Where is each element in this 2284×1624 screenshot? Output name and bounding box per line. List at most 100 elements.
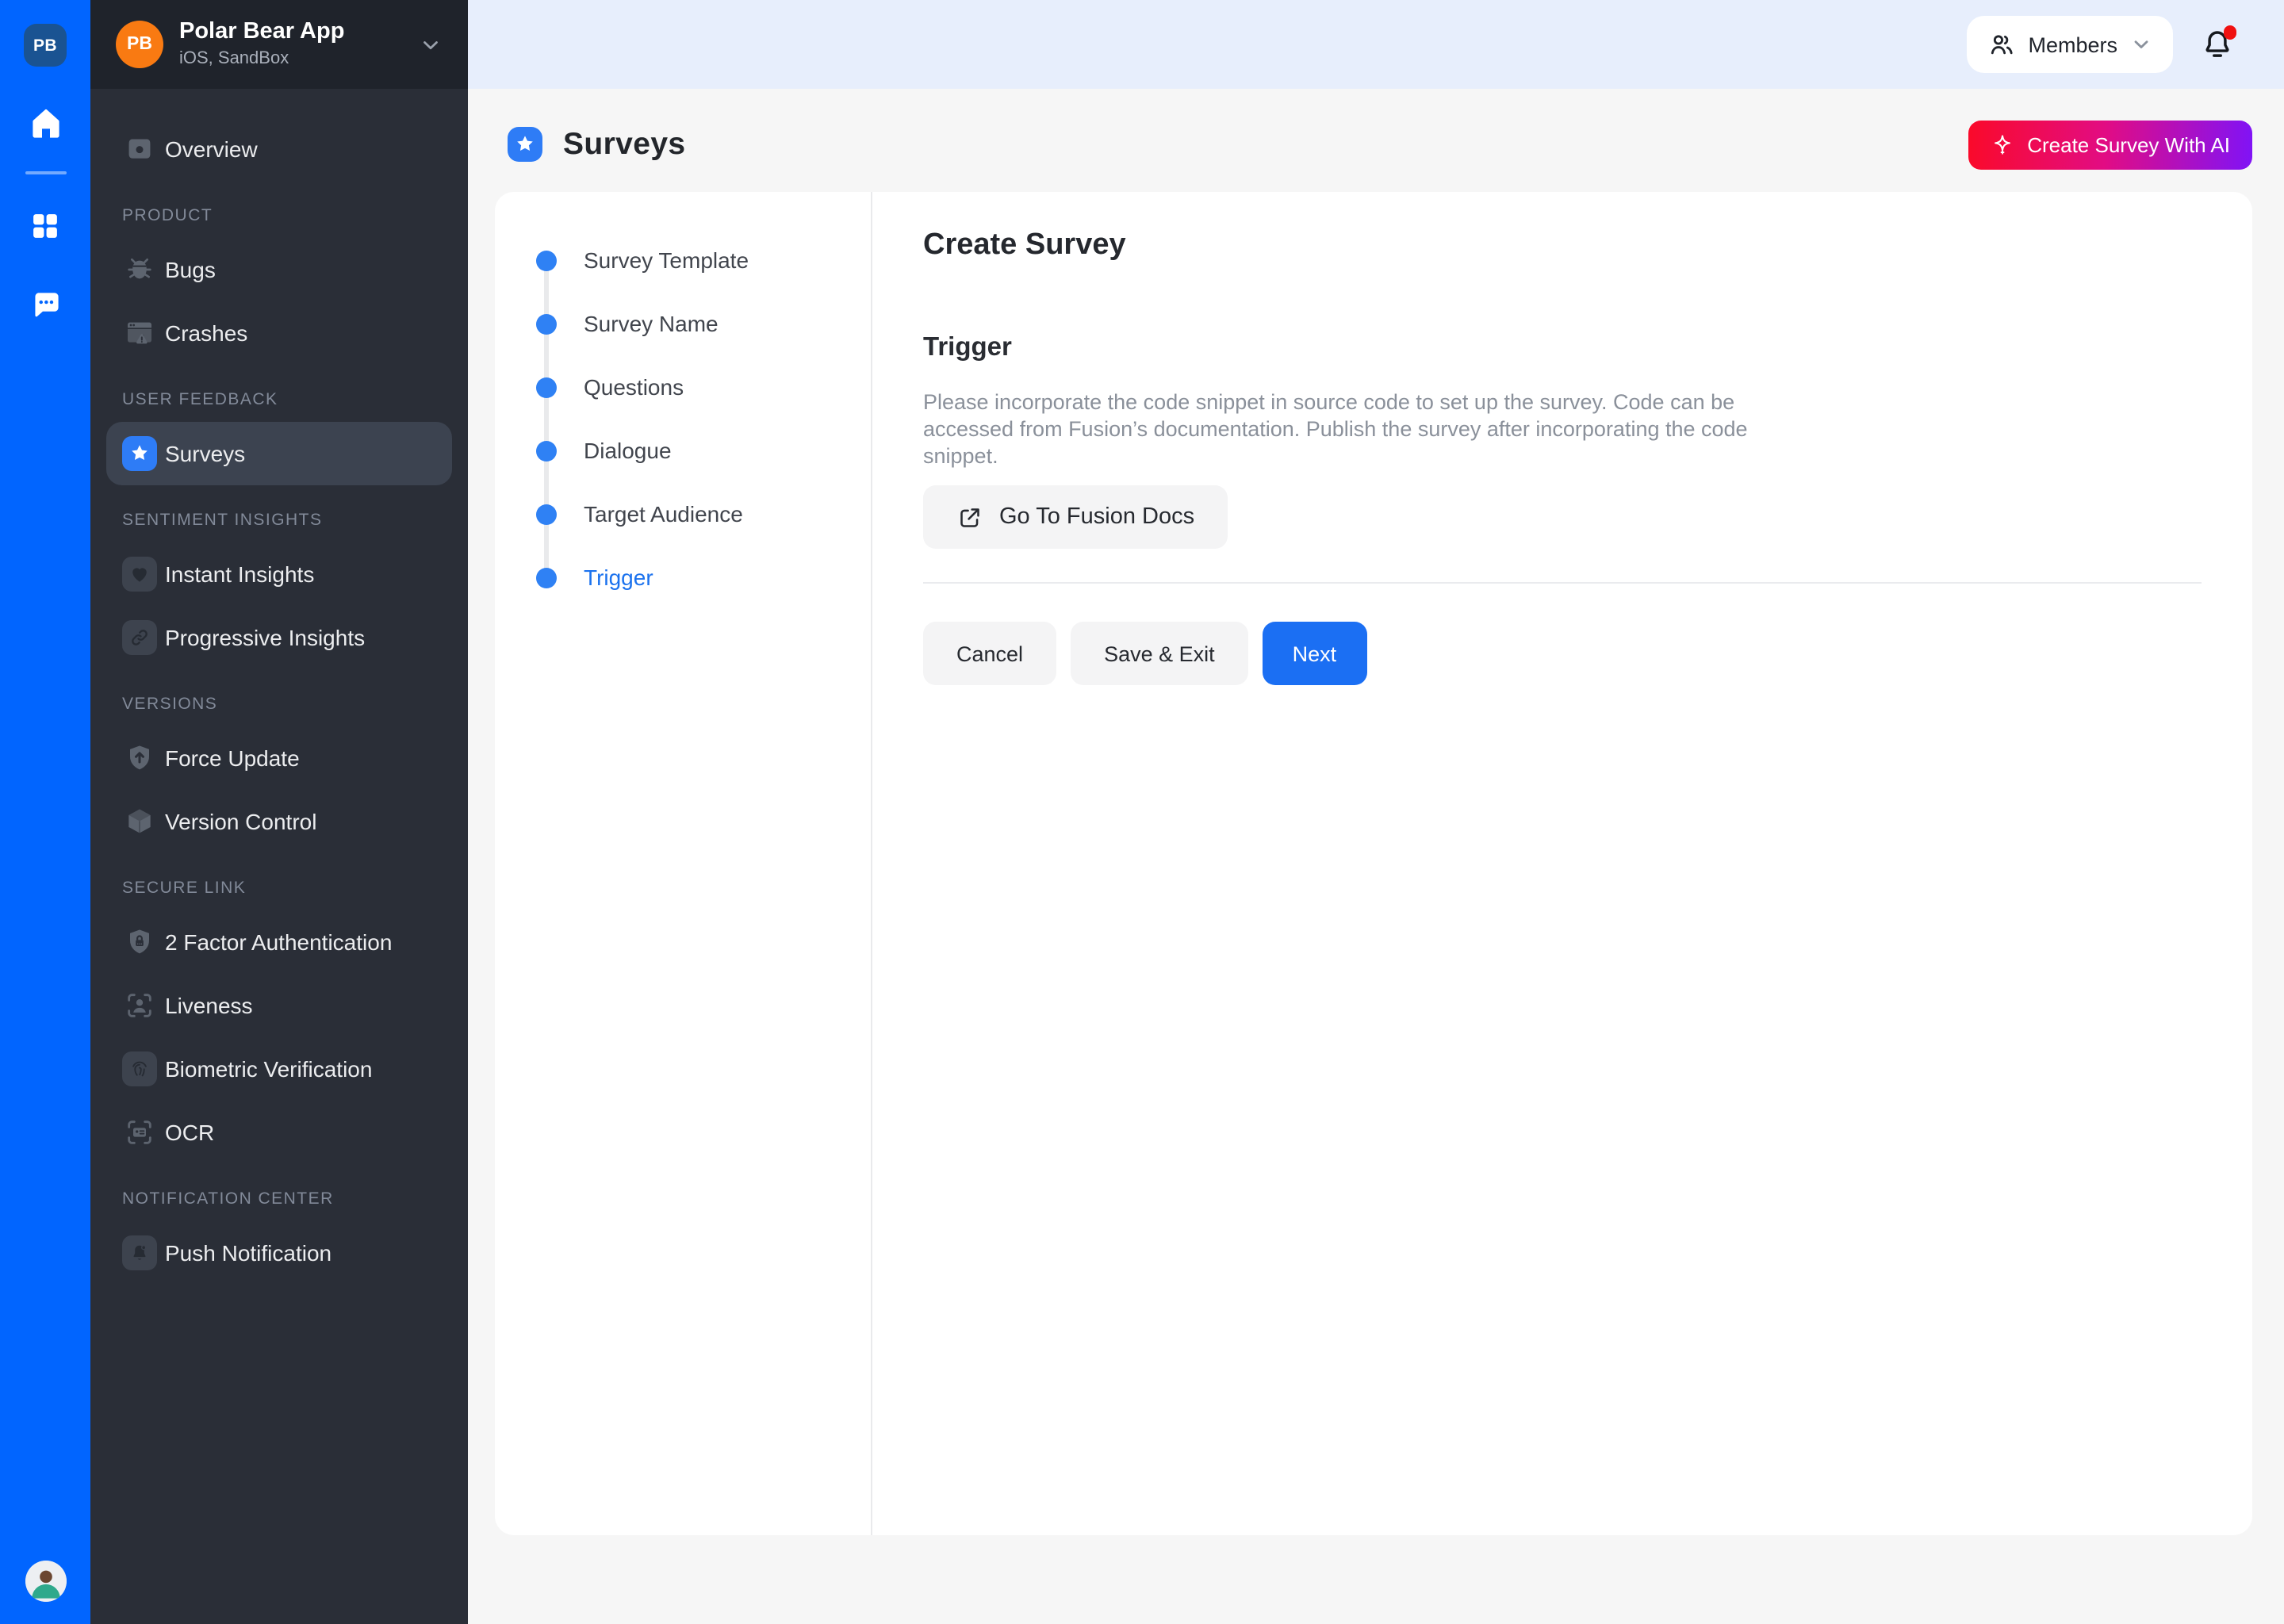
shield-lock-icon xyxy=(122,925,157,959)
nav-section-user-feedback: USER FEEDBACK xyxy=(90,365,468,422)
sidebar-item-bugs[interactable]: Bugs xyxy=(106,238,452,301)
chevron-down-icon xyxy=(2130,33,2152,56)
trigger-description: Please incorporate the code snippet in s… xyxy=(923,389,1792,469)
step-dot-icon xyxy=(536,440,557,461)
workspace-badge[interactable]: PB xyxy=(24,24,67,67)
user-avatar[interactable] xyxy=(25,1561,66,1602)
bug-icon xyxy=(122,252,157,287)
page-title: Surveys xyxy=(563,126,686,163)
id-scan-icon xyxy=(122,1115,157,1150)
step-content: Create Survey Trigger Please incorporate… xyxy=(872,192,2252,1535)
step-label: Target Audience xyxy=(584,501,743,527)
screen: PB PB Polar Bear App iOS, SandBox Overvi… xyxy=(0,0,2284,1624)
nav-section-notification-center: NOTIFICATION CENTER xyxy=(90,1164,468,1221)
step-questions[interactable]: Questions xyxy=(495,355,871,419)
step-label: Survey Name xyxy=(584,311,719,336)
sidebar-item-label: Overview xyxy=(165,135,258,163)
step-dot-icon xyxy=(536,504,557,524)
content-divider xyxy=(923,582,2202,584)
content-heading: Create Survey xyxy=(923,228,2202,263)
heart-icon xyxy=(122,557,157,592)
go-to-fusion-docs-button[interactable]: Go To Fusion Docs xyxy=(923,485,1228,549)
step-dot-icon xyxy=(536,377,557,397)
users-icon xyxy=(1987,30,2015,59)
chat-icon[interactable] xyxy=(28,287,63,322)
sidebar-item-overview[interactable]: Overview xyxy=(106,117,452,181)
next-button[interactable]: Next xyxy=(1263,622,1367,685)
save-exit-button[interactable]: Save & Exit xyxy=(1071,622,1248,685)
step-label: Survey Template xyxy=(584,247,749,273)
sidebar-item-label: Bugs xyxy=(165,255,216,284)
page-header: Surveys Create Survey With AI xyxy=(495,119,2252,170)
sidebar-item-label: Crashes xyxy=(165,319,247,347)
app-name: Polar Bear App xyxy=(179,19,344,46)
step-dot-icon xyxy=(536,313,557,334)
step-survey-template[interactable]: Survey Template xyxy=(495,228,871,292)
step-label: Trigger xyxy=(584,565,653,590)
sidebar-item-label: Progressive Insights xyxy=(165,623,365,652)
browser-crash-icon xyxy=(122,316,157,350)
docs-button-label: Go To Fusion Docs xyxy=(999,504,1194,530)
step-dialogue[interactable]: Dialogue xyxy=(495,419,871,482)
sidebar-item-label: Biometric Verification xyxy=(165,1055,372,1083)
surveys-star-icon xyxy=(508,127,542,162)
app-switcher[interactable]: PB Polar Bear App iOS, SandBox xyxy=(90,0,468,89)
step-dot-icon xyxy=(536,250,557,270)
create-survey-ai-label: Create Survey With AI xyxy=(2027,132,2230,156)
rail-divider xyxy=(25,171,66,174)
app-platform: iOS, SandBox xyxy=(179,48,344,70)
step-trigger[interactable]: Trigger xyxy=(495,546,871,609)
sidebar-item-label: Force Update xyxy=(165,744,300,772)
step-label: Dialogue xyxy=(584,438,672,463)
apps-grid-icon[interactable] xyxy=(29,209,62,243)
step-target-audience[interactable]: Target Audience xyxy=(495,482,871,546)
notifications-bell-icon[interactable] xyxy=(2200,27,2235,62)
external-link-icon xyxy=(956,504,983,530)
notification-badge xyxy=(2223,25,2236,39)
sidebar-item-progressive-insights[interactable]: Progressive Insights xyxy=(106,606,452,669)
sidebar-nav: Overview PRODUCT Bugs Crashes USER FEEDBACK S… xyxy=(90,89,468,1285)
trigger-section-title: Trigger xyxy=(923,331,2202,363)
sidebar-item-version-control[interactable]: Version Control xyxy=(106,790,452,853)
sidebar-item-label: OCR xyxy=(165,1118,214,1147)
workspace-rail: PB xyxy=(0,0,90,1624)
surveys-page: Surveys Create Survey With AI Survey Tem… xyxy=(468,89,2284,1624)
sidebar-item-crashes[interactable]: Crashes xyxy=(106,301,452,365)
cancel-button[interactable]: Cancel xyxy=(923,622,1056,685)
cube-icon xyxy=(122,804,157,839)
link-icon xyxy=(122,620,157,655)
nav-section-sentiment-insights: SENTIMENT INSIGHTS xyxy=(90,485,468,542)
sidebar-item-label: Instant Insights xyxy=(165,560,314,588)
sidebar-item-force-update[interactable]: Force Update xyxy=(106,726,452,790)
chevron-down-icon xyxy=(419,33,443,56)
create-survey-card: Survey Template Survey Name Questions Dialo… xyxy=(495,192,2252,1535)
sidebar-item-label: 2 Factor Authentication xyxy=(165,928,392,956)
overview-icon xyxy=(122,132,157,167)
nav-section-product: PRODUCT xyxy=(90,181,468,238)
sidebar-item-liveness[interactable]: Liveness xyxy=(106,974,452,1037)
sidebar-item-label: Liveness xyxy=(165,991,253,1020)
topbar: Members xyxy=(468,0,2284,89)
sidebar-item-surveys[interactable]: Surveys xyxy=(106,422,452,485)
face-scan-icon xyxy=(122,988,157,1023)
sidebar-item-push-notification[interactable]: Push Notification xyxy=(106,1221,452,1285)
step-dot-icon xyxy=(536,567,557,588)
sidebar-item-label: Surveys xyxy=(165,439,245,468)
app-avatar: PB xyxy=(116,21,163,68)
step-survey-name[interactable]: Survey Name xyxy=(495,292,871,355)
sidebar: PB Polar Bear App iOS, SandBox Overview P… xyxy=(90,0,468,1624)
sparkle-icon xyxy=(1991,132,2014,156)
sidebar-item-label: Push Notification xyxy=(165,1239,331,1267)
sidebar-item-2-factor-authentication[interactable]: 2 Factor Authentication xyxy=(106,910,452,974)
fingerprint-icon xyxy=(122,1051,157,1086)
members-dropdown[interactable]: Members xyxy=(1966,16,2173,73)
create-survey-ai-button[interactable]: Create Survey With AI xyxy=(1968,120,2252,169)
home-icon[interactable] xyxy=(26,105,64,143)
sidebar-item-biometric-verification[interactable]: Biometric Verification xyxy=(106,1037,452,1101)
members-label: Members xyxy=(2028,33,2117,56)
star-icon xyxy=(122,436,157,471)
sidebar-item-instant-insights[interactable]: Instant Insights xyxy=(106,542,452,606)
main-area: Members Surveys Create xyxy=(468,0,2284,1624)
bell-icon xyxy=(122,1235,157,1270)
sidebar-item-ocr[interactable]: OCR xyxy=(106,1101,452,1164)
